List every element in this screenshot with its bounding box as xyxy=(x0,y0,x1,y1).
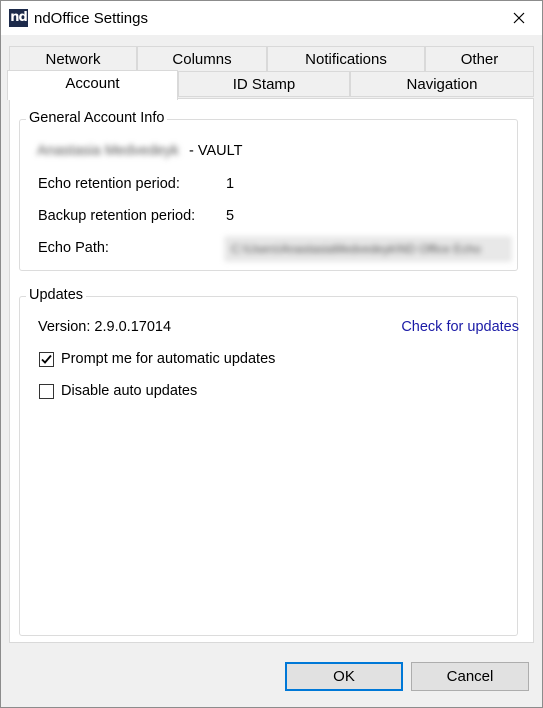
echo-retention-label: Echo retention period: xyxy=(38,176,180,192)
nd-app-icon: nd xyxy=(9,9,28,27)
account-vault-suffix: - VAULT xyxy=(189,143,243,159)
cancel-button[interactable]: Cancel xyxy=(411,662,529,691)
backup-retention-label: Backup retention period: xyxy=(38,208,196,224)
account-panel: General Account Info Anastasia Medvedeyk… xyxy=(9,98,534,643)
check-for-updates-link[interactable]: Check for updates xyxy=(401,319,519,335)
checkmark-icon xyxy=(41,354,52,364)
prompt-updates-label: Prompt me for automatic updates xyxy=(61,351,276,367)
version-label: Version: 2.9.0.17014 xyxy=(38,319,172,335)
ok-button[interactable]: OK xyxy=(285,662,403,691)
echo-path-field[interactable]: C:\Users\AnastasiaMedvedeyk\ND Office Ec… xyxy=(225,237,511,261)
disable-auto-updates-label: Disable auto updates xyxy=(61,383,198,399)
general-account-group: General Account Info Anastasia Medvedeyk… xyxy=(19,110,518,271)
disable-auto-updates-checkbox[interactable] xyxy=(39,384,54,399)
general-account-title: General Account Info xyxy=(26,110,168,126)
tab-other[interactable]: Other xyxy=(425,46,534,73)
tab-account[interactable]: Account xyxy=(7,70,178,100)
tab-columns[interactable]: Columns xyxy=(137,46,267,73)
updates-title: Updates xyxy=(26,287,87,303)
prompt-updates-checkbox[interactable] xyxy=(39,352,54,367)
tab-id-stamp[interactable]: ID Stamp xyxy=(178,71,350,97)
tab-notifications[interactable]: Notifications xyxy=(267,46,425,73)
window-title: ndOffice Settings xyxy=(34,10,148,27)
account-name: Anastasia Medvedeyk xyxy=(37,143,179,159)
tab-network[interactable]: Network xyxy=(9,46,137,73)
echo-path-label: Echo Path: xyxy=(38,240,109,256)
backup-retention-value: 5 xyxy=(226,208,235,224)
close-icon xyxy=(513,12,525,24)
updates-group: Updates Version: 2.9.0.17014 Check for u… xyxy=(19,287,519,636)
echo-retention-value: 1 xyxy=(226,176,235,192)
title-bar: nd ndOffice Settings xyxy=(1,1,542,35)
close-button[interactable] xyxy=(496,1,542,35)
settings-window: nd ndOffice Settings Network Columns Not… xyxy=(0,0,543,708)
tab-navigation[interactable]: Navigation xyxy=(350,71,534,97)
